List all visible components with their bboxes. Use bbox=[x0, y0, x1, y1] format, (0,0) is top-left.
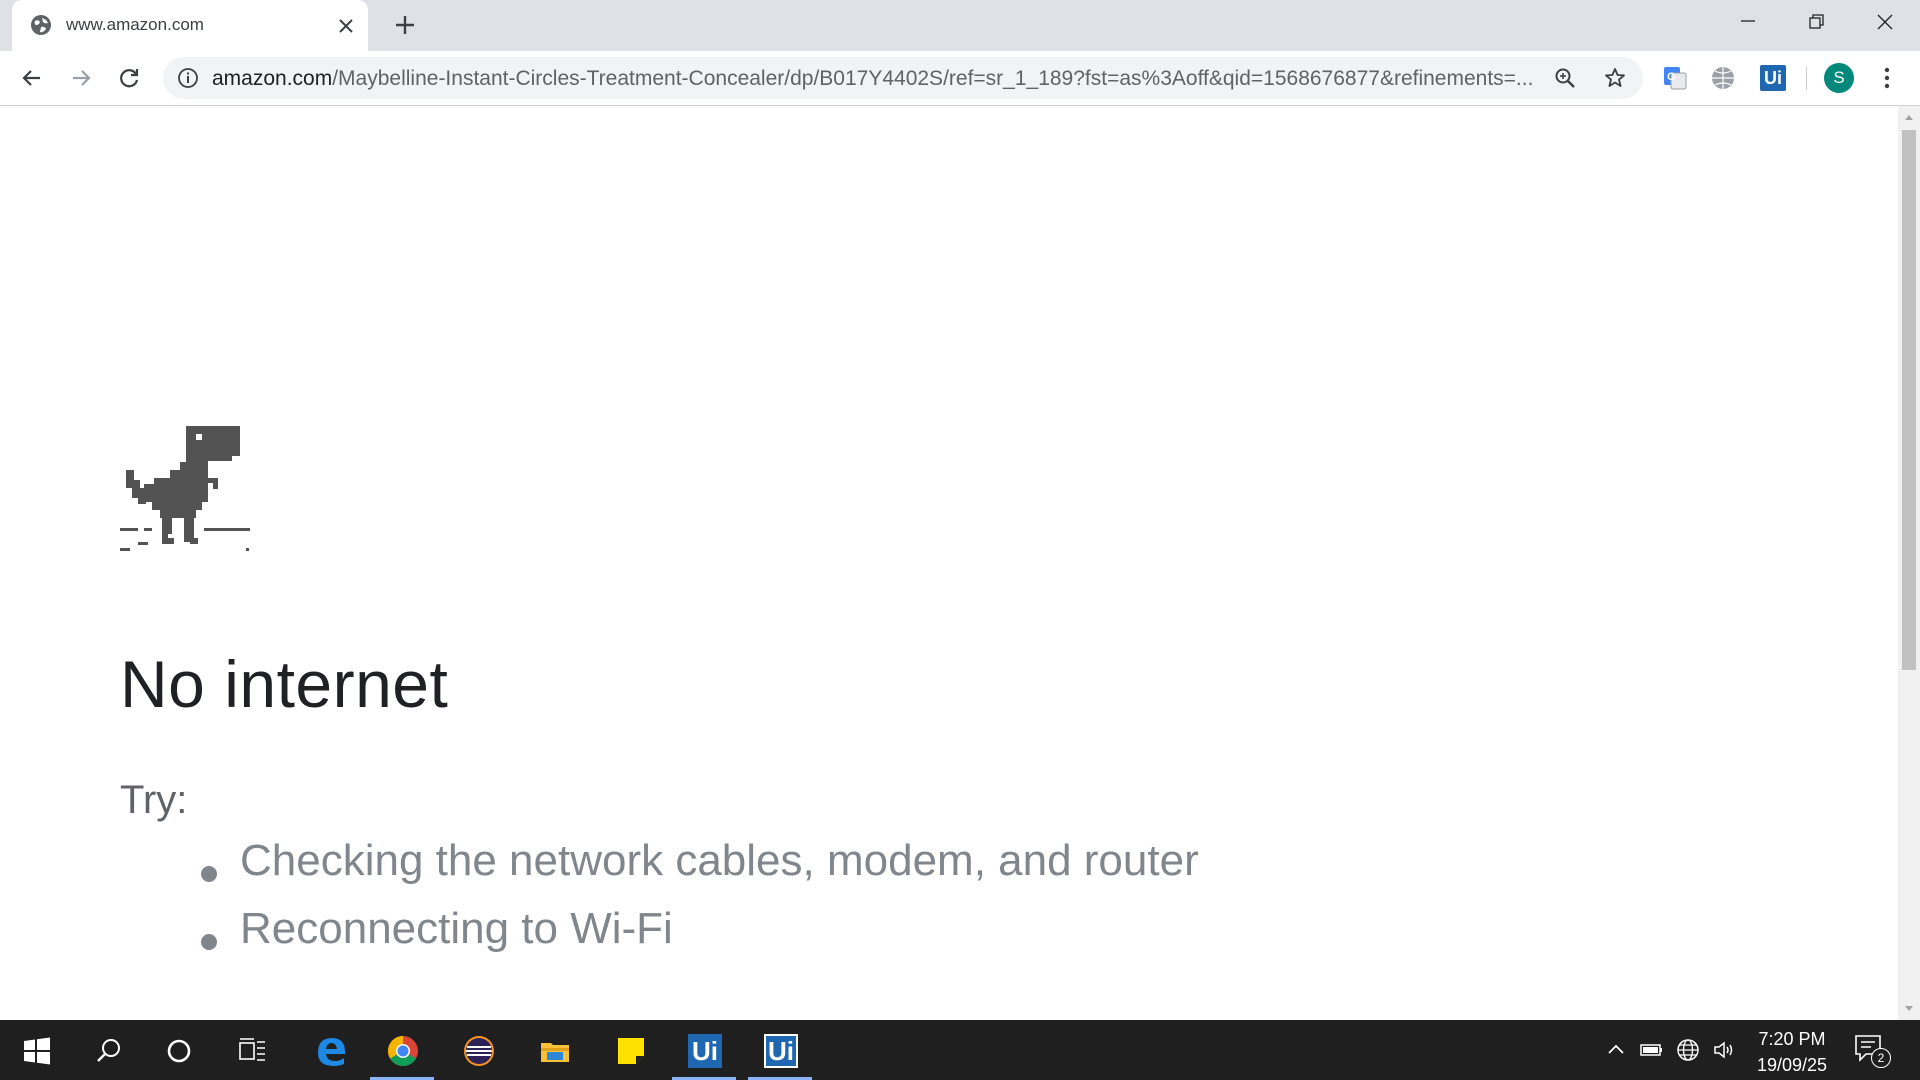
suggestion-text: Reconnecting to Wi-Fi bbox=[240, 904, 673, 953]
try-label: Try: bbox=[120, 778, 188, 822]
search-button[interactable] bbox=[72, 1020, 144, 1080]
chrome-icon bbox=[387, 1036, 418, 1067]
edge-icon bbox=[318, 1038, 345, 1066]
url-text[interactable]: amazon.com/Maybelline-Instant-Circles-Tr… bbox=[212, 67, 1692, 91]
bullet-icon bbox=[201, 866, 217, 882]
cortana-icon bbox=[167, 1039, 191, 1063]
google-translate-icon[interactable]: G bbox=[1662, 65, 1688, 91]
sticky-notes-icon bbox=[618, 1038, 644, 1064]
system-clock[interactable]: 7:20 PM 19/09/25 bbox=[1740, 1026, 1844, 1078]
new-tab-icon[interactable] bbox=[393, 13, 417, 37]
sticky-notes-app[interactable] bbox=[594, 1020, 666, 1080]
minimize-icon[interactable] bbox=[1720, 6, 1776, 40]
uipath-robot-app[interactable]: Ui bbox=[744, 1020, 816, 1080]
tab-title: www.amazon.com bbox=[66, 15, 204, 34]
profile-avatar[interactable]: S bbox=[1824, 63, 1854, 93]
error-heading: No internet bbox=[120, 647, 449, 721]
uipath-studio-icon: Ui bbox=[688, 1034, 722, 1068]
task-view-icon bbox=[239, 1038, 265, 1061]
offline-dino-icon[interactable] bbox=[120, 420, 254, 556]
globe-extension-icon[interactable] bbox=[1710, 65, 1736, 91]
uipath-robot-icon: Ui bbox=[764, 1034, 798, 1068]
file-explorer-app[interactable] bbox=[518, 1020, 590, 1080]
bullet-icon bbox=[201, 934, 217, 950]
vertical-scrollbar[interactable] bbox=[1898, 106, 1920, 1020]
clock-time: 7:20 PM bbox=[1758, 1029, 1826, 1049]
url-path: /Maybelline-Instant-Circles-Treatment-Co… bbox=[332, 67, 1534, 90]
show-hidden-icons-chevron-icon[interactable] bbox=[1604, 1038, 1628, 1062]
volume-icon[interactable] bbox=[1712, 1038, 1736, 1062]
eclipse-icon bbox=[464, 1036, 494, 1066]
start-button[interactable] bbox=[0, 1020, 72, 1080]
scroll-up-arrow-icon[interactable] bbox=[1898, 108, 1920, 126]
back-icon[interactable] bbox=[18, 64, 46, 92]
more-menu-icon[interactable] bbox=[1874, 65, 1900, 91]
browser-toolbar: amazon.com/Maybelline-Instant-Circles-Tr… bbox=[0, 51, 1920, 106]
zoom-icon[interactable] bbox=[1553, 66, 1577, 90]
start-icon bbox=[24, 1037, 50, 1065]
scroll-thumb[interactable] bbox=[1902, 130, 1916, 670]
browser-tab[interactable]: www.amazon.com bbox=[12, 0, 368, 51]
toolbar-divider bbox=[1806, 66, 1807, 90]
tab-close-icon[interactable] bbox=[336, 16, 356, 36]
chrome-app[interactable] bbox=[366, 1020, 438, 1080]
windows-taskbar: Ui Ui 7:20 PM 19/09/25 2 bbox=[0, 1020, 1920, 1080]
uipath-studio-app[interactable]: Ui bbox=[668, 1020, 740, 1080]
bookmark-star-icon[interactable] bbox=[1603, 66, 1627, 90]
task-view-button[interactable] bbox=[216, 1020, 288, 1080]
edge-app[interactable] bbox=[294, 1020, 366, 1080]
search-icon bbox=[97, 1039, 120, 1062]
restore-icon[interactable] bbox=[1788, 6, 1844, 40]
close-window-icon[interactable] bbox=[1856, 6, 1912, 40]
action-center-button[interactable]: 2 bbox=[1854, 1034, 1891, 1068]
tab-strip: www.amazon.com bbox=[0, 0, 1920, 51]
page-content: No internet Try: Checking the network ca… bbox=[0, 106, 1898, 1020]
notification-count-badge: 2 bbox=[1871, 1048, 1891, 1068]
globe-icon bbox=[31, 15, 51, 35]
cortana-button[interactable] bbox=[144, 1020, 216, 1080]
svg-text:G: G bbox=[1667, 71, 1676, 83]
file-explorer-icon bbox=[541, 1043, 569, 1062]
reload-icon[interactable] bbox=[115, 64, 143, 92]
battery-icon[interactable] bbox=[1640, 1038, 1664, 1062]
scroll-down-arrow-icon[interactable] bbox=[1898, 1000, 1920, 1018]
suggestion-text: Checking the network cables, modem, and … bbox=[240, 836, 1199, 885]
uipath-extension-icon[interactable]: Ui bbox=[1760, 65, 1786, 91]
url-host: amazon.com bbox=[212, 67, 333, 90]
clock-date: 19/09/25 bbox=[1756, 1055, 1828, 1075]
network-globe-icon[interactable] bbox=[1676, 1038, 1700, 1062]
address-bar[interactable]: amazon.com/Maybelline-Instant-Circles-Tr… bbox=[163, 57, 1643, 99]
info-icon[interactable] bbox=[177, 67, 199, 89]
forward-icon[interactable] bbox=[67, 64, 95, 92]
eclipse-app[interactable] bbox=[442, 1020, 514, 1080]
